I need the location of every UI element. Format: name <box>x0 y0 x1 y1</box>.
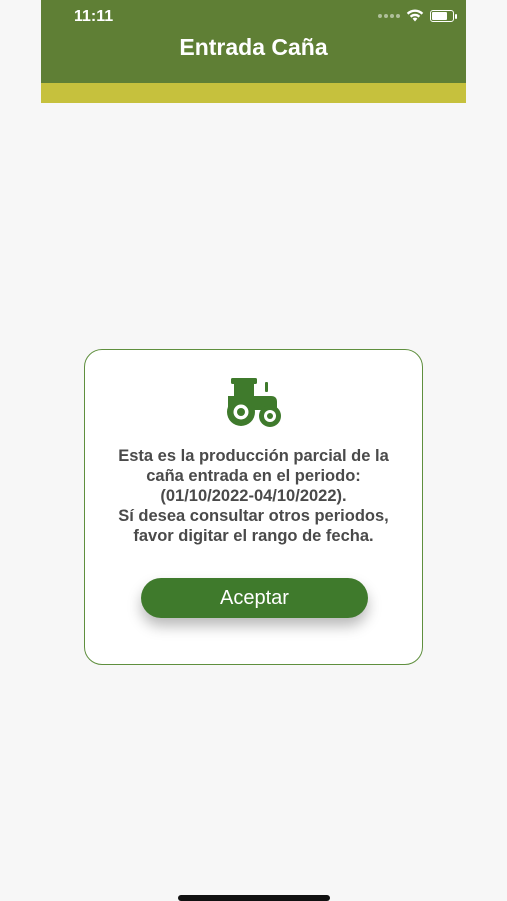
status-bar: 11:11 <box>41 6 466 28</box>
message-line: favor digitar el rango de fecha. <box>133 527 374 545</box>
dialog-message: Esta es la producción parcial de la caña… <box>95 446 412 546</box>
status-time: 11:11 <box>74 8 114 25</box>
battery-icon <box>430 9 457 22</box>
message-line: Sí desea consultar otros periodos, <box>118 507 389 525</box>
message-line: caña entrada en el periodo: <box>146 467 361 485</box>
message-line: (01/10/2022-04/10/2022). <box>160 487 347 505</box>
home-indicator[interactable] <box>178 895 330 901</box>
status-icons <box>378 9 457 22</box>
wifi-icon <box>406 9 424 22</box>
accept-button[interactable]: Aceptar <box>141 578 368 618</box>
message-line: Esta es la producción parcial de la <box>118 447 389 465</box>
app-header: 11:11 Entrada Caña <box>41 0 466 103</box>
info-dialog: Esta es la producción parcial de la caña… <box>84 349 423 665</box>
header-accent-bar <box>41 83 466 103</box>
page-title: Entrada Caña <box>179 34 328 60</box>
tractor-icon <box>227 378 281 427</box>
signal-icon <box>378 13 400 18</box>
